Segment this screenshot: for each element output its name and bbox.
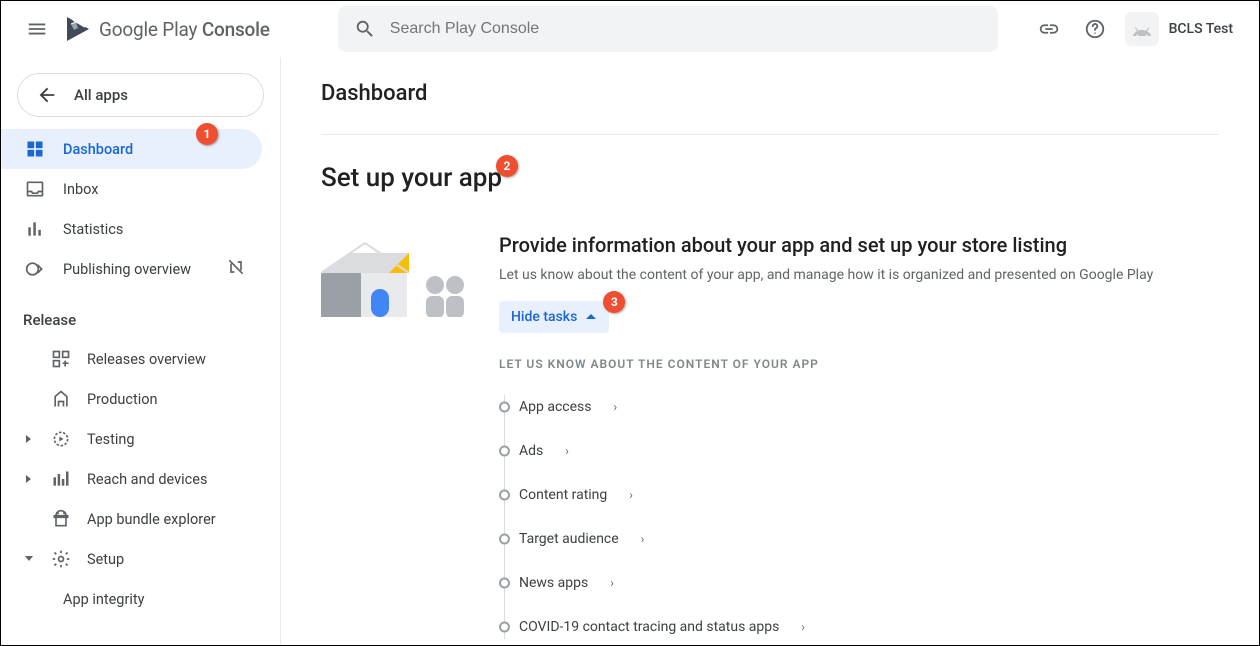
- callout-badge-2: 2: [496, 155, 518, 177]
- sidebar-item-inbox[interactable]: Inbox: [1, 169, 262, 209]
- chevron-right-icon: ›: [629, 488, 633, 502]
- chevron-right-icon: [24, 474, 34, 484]
- sidebar-item-dashboard[interactable]: Dashboard 1: [1, 129, 262, 169]
- nav-label: Publishing overview: [63, 261, 191, 278]
- release-section-label: Release: [1, 289, 280, 339]
- nav-label: Dashboard: [63, 141, 133, 158]
- brand-logo[interactable]: Google Play Console: [65, 15, 270, 43]
- sidebar-item-statistics[interactable]: Statistics: [1, 209, 262, 249]
- chevron-right-icon: [24, 434, 34, 444]
- search-bar[interactable]: [338, 6, 998, 52]
- task-label: Target audience: [519, 531, 619, 547]
- help-icon: [1084, 18, 1106, 40]
- task-target-audience[interactable]: Target audience ›: [519, 517, 1219, 561]
- task-covid[interactable]: COVID-19 contact tracing and status apps…: [519, 605, 1219, 645]
- testing-icon: [51, 429, 71, 449]
- help-button[interactable]: [1075, 9, 1115, 49]
- sidebar-item-publishing-overview[interactable]: Publishing overview: [1, 249, 262, 289]
- hide-tasks-button[interactable]: Hide tasks: [499, 301, 609, 333]
- gear-icon: [51, 549, 71, 569]
- search-input[interactable]: [390, 20, 982, 38]
- sidebar-item-testing[interactable]: Testing: [1, 419, 280, 459]
- sidebar-item-setup[interactable]: Setup: [1, 539, 280, 579]
- nav-label: App integrity: [63, 591, 145, 608]
- sidebar-item-app-bundle[interactable]: App bundle explorer: [1, 499, 280, 539]
- hamburger-icon: [26, 18, 48, 40]
- section-description: Let us know about the content of your ap…: [499, 267, 1219, 283]
- dashboard-icon: [25, 139, 45, 159]
- nav-label: Reach and devices: [87, 471, 207, 488]
- nav-label: Production: [87, 391, 158, 408]
- task-app-access[interactable]: App access ›: [519, 385, 1219, 429]
- publishing-icon: [25, 259, 45, 279]
- all-apps-button[interactable]: All apps: [17, 73, 264, 117]
- account-name: BCLS Test: [1169, 21, 1233, 37]
- android-icon: [1131, 22, 1153, 36]
- account-chip[interactable]: BCLS Test: [1121, 8, 1243, 50]
- task-list: App access › Ads › Content rating › Target …: [499, 385, 1219, 645]
- main-content: Dashboard Set up your app 2: [281, 57, 1259, 645]
- play-triangle-icon: [65, 15, 91, 43]
- chevron-right-icon: ›: [801, 620, 805, 634]
- page-title: Dashboard: [321, 81, 1219, 106]
- setup-illustration: [321, 233, 471, 317]
- divider: [321, 134, 1219, 135]
- nav-label: Setup: [87, 551, 124, 568]
- chevron-right-icon: ›: [610, 576, 614, 590]
- nav-label: Releases overview: [87, 351, 206, 368]
- task-label: App access: [519, 399, 591, 415]
- releases-icon: [51, 349, 71, 369]
- chevron-right-icon: ›: [641, 532, 645, 546]
- nav-label: App bundle explorer: [87, 511, 216, 528]
- section-heading: Provide information about your app and s…: [499, 233, 1219, 257]
- setup-heading: Set up your app 2: [321, 163, 502, 193]
- task-ads[interactable]: Ads ›: [519, 429, 1219, 473]
- header: Google Play Console BCLS Test: [1, 1, 1259, 57]
- task-label: COVID-19 contact tracing and status apps: [519, 619, 779, 635]
- chevron-right-icon: ›: [613, 400, 617, 414]
- devices-icon: [51, 469, 71, 489]
- callout-badge-3: 3: [603, 291, 625, 313]
- search-icon: [354, 18, 376, 40]
- chevron-right-icon: ›: [565, 444, 569, 458]
- menu-button[interactable]: [17, 9, 57, 49]
- bundle-icon: [51, 509, 71, 529]
- sidebar-item-releases-overview[interactable]: Releases overview: [1, 339, 280, 379]
- production-icon: [51, 389, 71, 409]
- publishing-off-icon: [226, 257, 246, 277]
- sidebar: All apps Dashboard 1 Inbox Statistics Pu…: [1, 57, 281, 645]
- link-button[interactable]: [1029, 9, 1069, 49]
- arrow-left-icon: [36, 84, 58, 106]
- sidebar-item-app-integrity[interactable]: App integrity: [1, 579, 280, 619]
- task-news-apps[interactable]: News apps ›: [519, 561, 1219, 605]
- chevron-up-icon: [585, 311, 597, 323]
- callout-badge-1: 1: [196, 123, 218, 145]
- sidebar-item-production[interactable]: Production: [1, 379, 280, 419]
- task-label: Ads: [519, 443, 543, 459]
- nav-label: Statistics: [63, 221, 123, 238]
- hide-tasks-label: Hide tasks: [511, 309, 577, 325]
- tasks-subheader: LET US KNOW ABOUT THE CONTENT OF YOUR AP…: [499, 357, 1219, 371]
- task-content-rating[interactable]: Content rating ›: [519, 473, 1219, 517]
- task-label: Content rating: [519, 487, 607, 503]
- all-apps-label: All apps: [74, 86, 128, 104]
- android-avatar: [1125, 12, 1159, 46]
- statistics-icon: [25, 219, 45, 239]
- link-icon: [1038, 18, 1060, 40]
- chevron-down-icon: [24, 554, 34, 564]
- task-label: News apps: [519, 575, 588, 591]
- inbox-icon: [25, 179, 45, 199]
- brand-text: Google Play Console: [99, 18, 270, 41]
- sidebar-item-reach-devices[interactable]: Reach and devices: [1, 459, 280, 499]
- nav-label: Testing: [87, 431, 135, 448]
- nav-label: Inbox: [63, 181, 98, 198]
